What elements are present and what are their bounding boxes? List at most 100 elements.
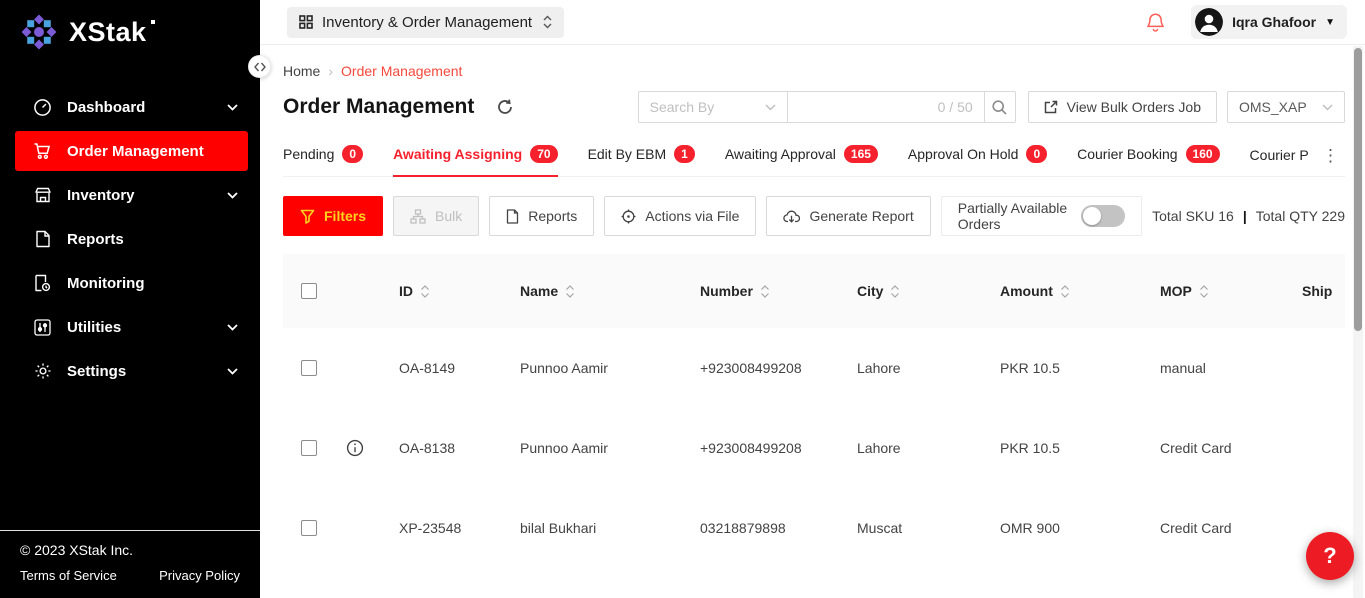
tab-pending[interactable]: Pending 0 (283, 139, 363, 176)
help-button[interactable]: ? (1306, 532, 1354, 580)
breadcrumb-current[interactable]: Order Management (341, 63, 462, 79)
generate-report-button[interactable]: Generate Report (766, 196, 930, 236)
privacy-policy-link[interactable]: Privacy Policy (159, 568, 240, 583)
search-button[interactable] (984, 91, 1016, 123)
bulk-button[interactable]: Bulk (393, 196, 479, 236)
logo-text: XStak (69, 17, 147, 48)
cell-name: bilal Bukhari (504, 520, 684, 536)
cell-number: +923008499208 (684, 440, 841, 456)
monitoring-icon (33, 274, 52, 292)
up-down-arrows-icon (543, 15, 552, 29)
sidebar-nav: Dashboard Order Management Inventory (0, 85, 260, 393)
column-header-amount[interactable]: Amount (984, 283, 1144, 299)
totals-divider: | (1243, 208, 1247, 224)
partially-available-toggle[interactable] (1081, 205, 1125, 227)
user-menu[interactable]: Iqra Ghafoor ▼ (1191, 5, 1347, 39)
sort-icon (1060, 285, 1070, 298)
copyright-text: © 2023 XStak Inc. (20, 542, 240, 558)
tab-courier-processing[interactable]: Courier Processin (1250, 141, 1308, 176)
column-header-name[interactable]: Name (504, 283, 684, 299)
tab-badge: 165 (844, 145, 878, 163)
chevron-down-icon (227, 324, 238, 331)
report-file-icon (506, 209, 519, 224)
column-header-ship[interactable]: Ship (1286, 283, 1345, 299)
chevron-down-icon (227, 192, 238, 199)
chevron-down-icon (765, 104, 776, 111)
sidebar-collapse-button[interactable] (248, 55, 271, 78)
tab-edit-by-ebm[interactable]: Edit By EBM 1 (588, 139, 695, 176)
info-icon[interactable] (346, 439, 364, 457)
app-switcher-label: Inventory & Order Management (322, 14, 532, 31)
cell-mop: Credit Card (1144, 520, 1286, 536)
sidebar-item-settings[interactable]: Settings (0, 349, 260, 393)
filters-button[interactable]: Filters (283, 196, 383, 236)
sidebar-item-monitoring[interactable]: Monitoring (0, 261, 260, 305)
xstak-logo: XStak (0, 0, 260, 51)
dashboard-icon (33, 98, 52, 117)
status-tabs: Pending 0 Awaiting Assigning 70 Edit By … (283, 139, 1345, 177)
vertical-scrollbar[interactable] (1353, 46, 1363, 598)
caret-down-icon: ▼ (1325, 17, 1335, 28)
breadcrumb-home[interactable]: Home (283, 63, 320, 79)
column-header-mop[interactable]: MOP (1144, 283, 1286, 299)
tab-badge: 160 (1186, 145, 1220, 163)
refresh-button[interactable] (496, 98, 514, 116)
search-icon (992, 100, 1007, 115)
sidebar-item-inventory[interactable]: Inventory (0, 173, 260, 217)
tab-badge: 0 (342, 145, 363, 163)
oms-select-value: OMS_XAP (1239, 99, 1307, 115)
cloud-download-icon (783, 209, 800, 224)
totals-summary: Total SKU 16 | Total QTY 229 (1152, 208, 1345, 224)
search-group: Search By 0 / 50 (638, 91, 1345, 123)
bulk-sitemap-icon (410, 209, 426, 224)
cell-mop: Credit Card (1144, 440, 1286, 456)
cell-amount: PKR 10.5 (984, 440, 1144, 456)
filter-funnel-icon (300, 209, 315, 224)
column-header-city[interactable]: City (841, 283, 984, 299)
table-header-row: ID Name Number City Amount (283, 254, 1345, 328)
cell-amount: OMR 900 (984, 520, 1144, 536)
column-header-number[interactable]: Number (684, 283, 841, 299)
sidebar-item-dashboard[interactable]: Dashboard (0, 85, 260, 129)
sidebar-item-order-management[interactable]: Order Management (15, 131, 248, 171)
user-name: Iqra Ghafoor (1232, 14, 1316, 30)
sort-icon (760, 285, 770, 298)
tab-awaiting-assigning[interactable]: Awaiting Assigning 70 (393, 139, 557, 177)
sidebar-item-utilities[interactable]: Utilities (0, 305, 260, 349)
sidebar-item-reports[interactable]: Reports (0, 217, 260, 261)
page-title: Order Management (283, 95, 474, 119)
more-tabs-icon[interactable]: ⋮ (1316, 146, 1345, 176)
oms-select[interactable]: OMS_XAP (1227, 91, 1345, 123)
cell-city: Lahore (841, 360, 984, 376)
terms-of-service-link[interactable]: Terms of Service (20, 568, 117, 583)
refresh-icon (496, 98, 514, 116)
view-bulk-orders-job-button[interactable]: View Bulk Orders Job (1028, 91, 1217, 123)
search-input[interactable] (799, 97, 938, 117)
main-content: Home › Order Management Order Management… (260, 45, 1365, 598)
table-row[interactable]: OA-8149 Punnoo Aamir +923008499208 Lahor… (283, 328, 1345, 408)
gear-icon (33, 362, 52, 380)
sort-icon (420, 285, 430, 298)
tab-approval-on-hold[interactable]: Approval On Hold 0 (908, 139, 1047, 176)
app-switcher-select[interactable]: Inventory & Order Management (287, 7, 564, 38)
table-row[interactable]: XP-23548 bilal Bukhari 03218879898 Musca… (283, 488, 1345, 568)
reports-button[interactable]: Reports (489, 196, 594, 236)
search-by-select[interactable]: Search By (638, 91, 788, 123)
scrollbar-thumb[interactable] (1354, 48, 1362, 331)
select-all-checkbox[interactable] (301, 283, 317, 299)
tab-courier-booking[interactable]: Courier Booking 160 (1077, 139, 1219, 176)
apps-grid-icon (299, 15, 313, 29)
external-link-icon (1044, 100, 1058, 114)
breadcrumb: Home › Order Management (283, 63, 1345, 79)
target-icon (621, 209, 636, 224)
row-checkbox[interactable] (301, 520, 317, 536)
row-checkbox[interactable] (301, 360, 317, 376)
column-header-id[interactable]: ID (383, 283, 504, 299)
search-by-placeholder: Search By (650, 99, 715, 115)
table-row[interactable]: OA-8138 Punnoo Aamir +923008499208 Lahor… (283, 408, 1345, 488)
actions-via-file-button[interactable]: Actions via File (604, 196, 756, 236)
tab-awaiting-approval[interactable]: Awaiting Approval 165 (725, 139, 878, 176)
row-checkbox[interactable] (301, 440, 317, 456)
notifications-bell-icon[interactable] (1146, 12, 1165, 33)
tab-badge: 70 (530, 145, 557, 163)
